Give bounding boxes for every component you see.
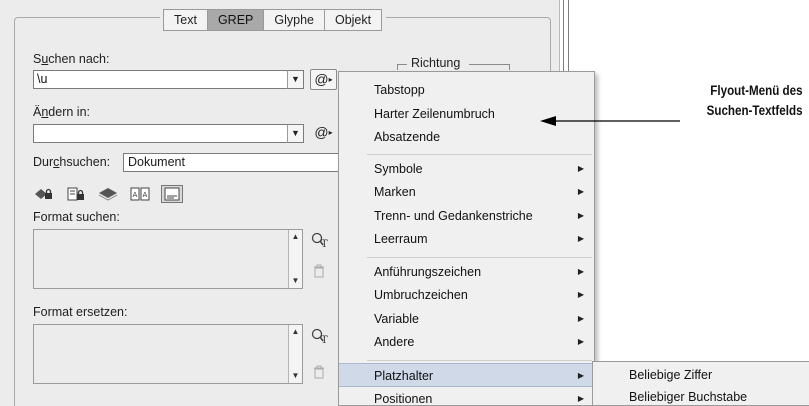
scroll-down-icon[interactable]: ▼ [289, 274, 302, 288]
direction-group-line-left [397, 64, 407, 65]
submenu-arrow-icon: ▶ [577, 314, 584, 323]
menu-separator [367, 154, 592, 155]
menu-item-leerraum[interactable]: Leerraum ▶ [339, 227, 594, 251]
master-pages-icon[interactable]: AA [129, 185, 151, 203]
clear-format-trash-icon[interactable] [313, 264, 325, 281]
specify-format-icon[interactable]: T [311, 232, 329, 251]
scroll-down-icon[interactable]: ▼ [289, 369, 302, 383]
scroll-up-icon[interactable]: ▲ [289, 325, 302, 339]
replace-label: Ändern in: [33, 105, 90, 119]
clear-format-trash-icon[interactable] [313, 365, 325, 382]
menu-item-trenn-gedankenstriche[interactable]: Trenn- und Gedankenstriche ▶ [339, 204, 594, 228]
format-search-scrollbar[interactable]: ▲ ▼ [288, 230, 302, 288]
direction-group-tick-right [509, 64, 510, 70]
locked-layers-icon[interactable] [33, 185, 55, 203]
direction-label: Richtung [411, 56, 461, 70]
tab-objekt[interactable]: Objekt [323, 9, 383, 31]
replace-special-chars-button[interactable]: @▸ [310, 123, 337, 144]
footnotes-icon[interactable] [161, 185, 183, 203]
submenu-arrow-icon: ▶ [577, 164, 584, 173]
submenu-arrow-icon: ▶ [577, 290, 584, 299]
hidden-layers-icon[interactable] [97, 185, 119, 203]
menu-item-variable[interactable]: Variable ▶ [339, 307, 594, 331]
menu-item-positionen[interactable]: Positionen ▶ [339, 387, 594, 406]
tab-grep[interactable]: GREP [206, 9, 265, 31]
submenu-arrow-icon: ▶ [577, 267, 584, 276]
format-replace-label: Format ersetzen: [33, 305, 128, 319]
menu-item-symbole[interactable]: Symbole ▶ [339, 157, 594, 181]
search-input[interactable]: \u [33, 70, 290, 89]
submenu-arrow-icon: ▶ [577, 187, 584, 196]
tab-text[interactable]: Text [163, 9, 208, 31]
submenu-arrow-icon: ▶ [577, 211, 584, 220]
replace-history-dropdown[interactable]: ▼ [287, 124, 304, 143]
tab-bar: Text GREP Glyphe Objekt [160, 9, 387, 31]
replace-input[interactable] [33, 124, 290, 143]
scope-label: Durchsuchen: [33, 155, 111, 169]
scroll-up-icon[interactable]: ▲ [289, 230, 302, 244]
format-replace-scrollbar[interactable]: ▲ ▼ [288, 325, 302, 383]
svg-text:T: T [321, 335, 328, 344]
menu-separator [367, 257, 592, 258]
search-label: Suchen nach: [33, 52, 110, 66]
search-options-row: AA [33, 185, 183, 203]
search-history-dropdown[interactable]: ▼ [287, 70, 304, 89]
direction-group-line-right [469, 64, 510, 65]
annotation-line-1: Flyout-Menü des [710, 83, 803, 98]
svg-text:T: T [321, 239, 328, 248]
format-search-label: Format suchen: [33, 210, 120, 224]
submenu-item-beliebiger-buchstabe[interactable]: Beliebiger Buchstabe [593, 386, 809, 406]
submenu-arrow-icon: ▶ [577, 337, 584, 346]
menu-item-marken[interactable]: Marken ▶ [339, 180, 594, 204]
annotation-arrow [540, 116, 680, 126]
submenu-item-beliebige-ziffer[interactable]: Beliebige Ziffer [593, 364, 809, 386]
menu-separator [367, 360, 592, 361]
submenu-arrow-icon: ▶ [577, 371, 584, 380]
menu-item-platzhalter[interactable]: Platzhalter ▶ [339, 363, 594, 387]
menu-item-tabstopp[interactable]: Tabstopp [339, 78, 594, 102]
menu-item-andere[interactable]: Andere ▶ [339, 330, 594, 354]
menu-item-anfuehrungszeichen[interactable]: Anführungszeichen ▶ [339, 260, 594, 284]
menu-item-umbruchzeichen[interactable]: Umbruchzeichen ▶ [339, 283, 594, 307]
svg-text:A: A [133, 191, 138, 199]
locked-stories-icon[interactable] [65, 185, 87, 203]
svg-text:A: A [143, 191, 148, 199]
scope-select[interactable]: Dokument [123, 153, 343, 172]
format-replace-box[interactable]: ▲ ▼ [33, 324, 303, 384]
annotation-callout: Flyout-Menü des Suchen-Textfelds [707, 81, 803, 121]
annotation-line-2: Suchen-Textfelds [707, 103, 803, 118]
submenu-arrow-icon: ▶ [577, 394, 584, 403]
direction-group-tick [397, 64, 398, 70]
platzhalter-submenu: Beliebige Ziffer Beliebiger Buchstabe [592, 361, 809, 406]
tab-glyphe[interactable]: Glyphe [263, 9, 325, 31]
format-search-box[interactable]: ▲ ▼ [33, 229, 303, 289]
submenu-arrow-icon: ▶ [577, 234, 584, 243]
search-special-chars-button[interactable]: @▸ [310, 69, 337, 90]
specify-format-icon[interactable]: T [311, 328, 329, 347]
